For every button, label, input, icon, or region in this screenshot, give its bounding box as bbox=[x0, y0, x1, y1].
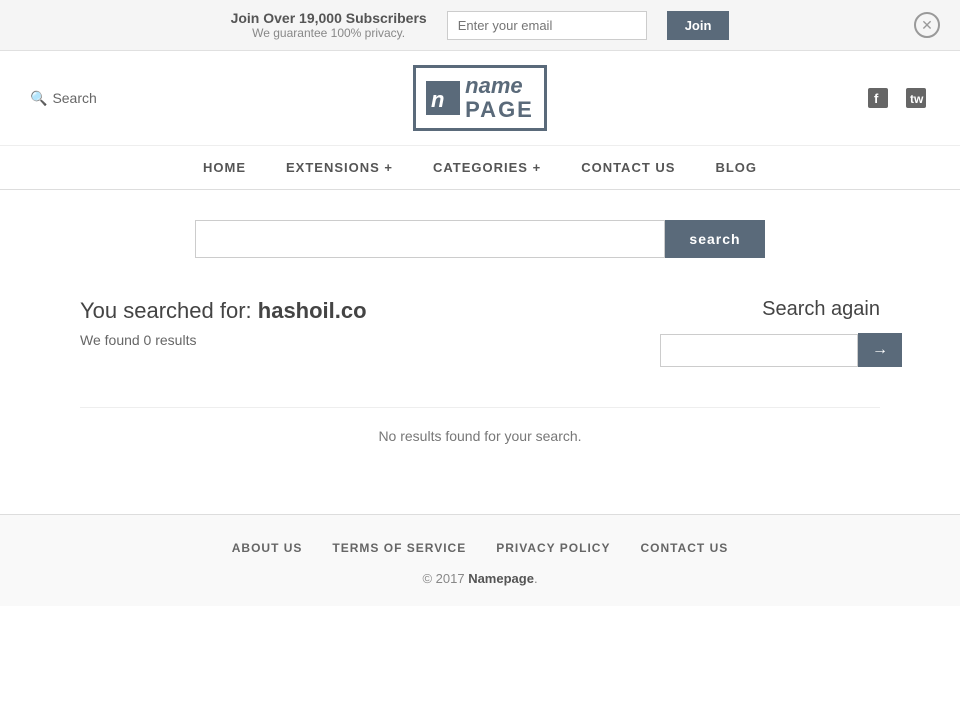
nav-categories[interactable]: CATEGORIES + bbox=[433, 160, 541, 175]
search-again-row: → bbox=[660, 333, 880, 367]
search-button-main[interactable]: search bbox=[665, 220, 764, 258]
main-nav: HOME EXTENSIONS + CATEGORIES + CONTACT U… bbox=[0, 146, 960, 190]
svg-text:n: n bbox=[431, 87, 444, 112]
banner-subtext: We guarantee 100% privacy. bbox=[231, 26, 427, 40]
logo-icon: n bbox=[426, 81, 460, 115]
logo-page: PAGE bbox=[465, 98, 534, 122]
nav-blog[interactable]: BLOG bbox=[715, 160, 757, 175]
results-area: You searched for: hashoil.co We found 0 … bbox=[80, 298, 880, 367]
search-query: hashoil.co bbox=[258, 298, 367, 323]
header-search-link[interactable]: 🔍 Search bbox=[30, 90, 150, 107]
svg-text:tw: tw bbox=[910, 92, 924, 106]
footer-contact[interactable]: CONTACT US bbox=[640, 541, 728, 555]
search-label: Search bbox=[52, 90, 96, 106]
footer-terms[interactable]: TERMS OF SERVICE bbox=[332, 541, 466, 555]
results-left: You searched for: hashoil.co We found 0 … bbox=[80, 298, 660, 348]
no-results-message: No results found for your search. bbox=[80, 407, 880, 484]
top-banner: Join Over 19,000 Subscribers We guarante… bbox=[0, 0, 960, 51]
footer-about-us[interactable]: ABOUT US bbox=[232, 541, 303, 555]
nav-home[interactable]: HOME bbox=[203, 160, 246, 175]
you-searched-text: You searched for: hashoil.co bbox=[80, 298, 660, 324]
main-content: search You searched for: hashoil.co We f… bbox=[0, 190, 960, 514]
search-bar-area: search bbox=[80, 220, 880, 258]
facebook-icon[interactable]: f bbox=[864, 84, 892, 112]
search-input-main[interactable] bbox=[195, 220, 665, 258]
nav-extensions[interactable]: EXTENSIONS + bbox=[286, 160, 393, 175]
nav-contact[interactable]: CONTACT US bbox=[581, 160, 675, 175]
logo-name: name bbox=[465, 74, 534, 98]
banner-headline: Join Over 19,000 Subscribers bbox=[231, 10, 427, 26]
footer-copyright: © 2017 Namepage. bbox=[30, 571, 930, 586]
banner-text-block: Join Over 19,000 Subscribers We guarante… bbox=[231, 10, 427, 40]
footer-links: ABOUT US TERMS OF SERVICE PRIVACY POLICY… bbox=[30, 535, 930, 555]
search-again-box: Search again → bbox=[660, 298, 880, 367]
results-count: We found 0 results bbox=[80, 332, 660, 348]
logo-text: name PAGE bbox=[465, 74, 534, 122]
twitter-icon[interactable]: tw bbox=[902, 84, 930, 112]
logo-box: n name PAGE bbox=[413, 65, 547, 131]
social-icons: f tw bbox=[810, 84, 930, 112]
svg-text:f: f bbox=[874, 91, 879, 106]
copyright-prefix: © 2017 bbox=[422, 571, 464, 586]
footer-privacy[interactable]: PRIVACY POLICY bbox=[496, 541, 610, 555]
search-again-input[interactable] bbox=[660, 334, 858, 367]
search-again-title: Search again bbox=[660, 298, 880, 321]
banner-close-button[interactable]: ✕ bbox=[914, 12, 940, 38]
banner-join-button[interactable]: Join bbox=[667, 11, 730, 40]
header: 🔍 Search n name PAGE f bbox=[0, 51, 960, 146]
banner-email-input[interactable] bbox=[447, 11, 647, 40]
search-icon: 🔍 bbox=[30, 90, 47, 107]
copyright-brand[interactable]: Namepage bbox=[468, 571, 534, 586]
search-again-button[interactable]: → bbox=[858, 333, 902, 367]
footer: ABOUT US TERMS OF SERVICE PRIVACY POLICY… bbox=[0, 514, 960, 606]
search-prefix: You searched for: bbox=[80, 298, 252, 323]
copyright-suffix: . bbox=[534, 571, 538, 586]
logo-area[interactable]: n name PAGE bbox=[413, 65, 547, 131]
